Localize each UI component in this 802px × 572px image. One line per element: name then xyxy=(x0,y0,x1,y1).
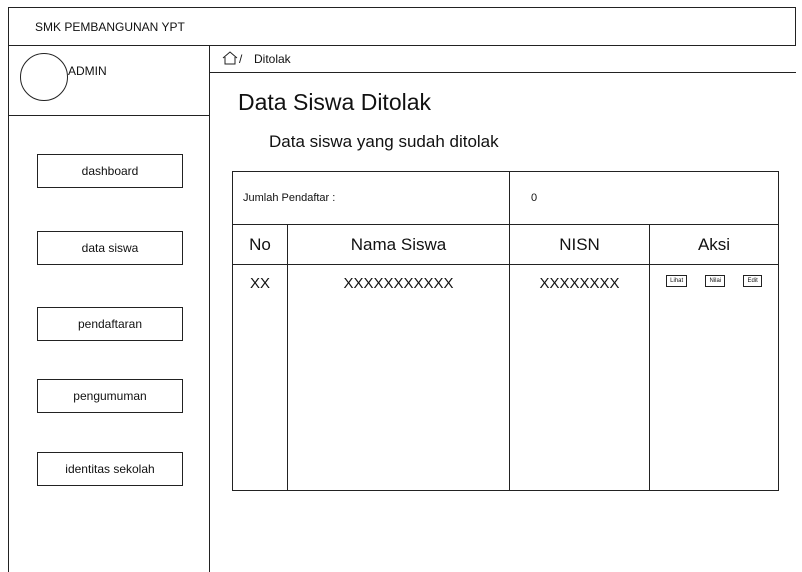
sidebar-item-pendaftaran[interactable]: pendaftaran xyxy=(37,307,183,341)
table-header: No Nama Siswa NISN Aksi xyxy=(232,224,779,265)
table-row: XX XXXXXXXXXXX XXXXXXXX Lihat Nilai Edit xyxy=(232,264,779,491)
column-header-nama: Nama Siswa xyxy=(287,224,510,265)
sidebar-item-pengumuman[interactable]: pengumuman xyxy=(37,379,183,413)
home-icon[interactable] xyxy=(222,50,238,66)
sidebar: ADMIN dashboard data siswa pendaftaran p… xyxy=(8,45,210,572)
sidebar-item-identitas-sekolah[interactable]: identitas sekolah xyxy=(37,452,183,486)
column-header-no: No xyxy=(232,224,288,265)
user-profile: ADMIN xyxy=(8,45,210,116)
column-header-aksi: Aksi xyxy=(649,224,779,265)
summary-label: Jumlah Pendaftar : xyxy=(232,171,510,225)
cell-nama: XXXXXXXXXXX xyxy=(287,264,510,491)
user-name: ADMIN xyxy=(68,64,107,78)
rejected-students-table: Jumlah Pendaftar : 0 No Nama Siswa NISN … xyxy=(232,171,779,491)
main-content: / Ditolak Data Siswa Ditolak Data siswa … xyxy=(210,45,796,572)
sidebar-item-dashboard[interactable]: dashboard xyxy=(37,154,183,188)
breadcrumb-current[interactable]: Ditolak xyxy=(254,52,291,66)
edit-button[interactable]: Edit xyxy=(743,275,762,287)
view-button[interactable]: Lihat xyxy=(666,275,688,287)
cell-no: XX xyxy=(232,264,288,491)
cell-nisn: XXXXXXXX xyxy=(509,264,650,491)
summary-value: 0 xyxy=(509,171,779,225)
grade-button[interactable]: Nilai xyxy=(705,275,726,287)
cell-actions: Lihat Nilai Edit xyxy=(649,264,779,491)
summary-row: Jumlah Pendaftar : 0 xyxy=(232,171,779,225)
page-subtitle: Data siswa yang sudah ditolak xyxy=(269,132,499,151)
page-title: Data Siswa Ditolak xyxy=(238,89,432,115)
action-group: Lihat Nilai Edit xyxy=(651,275,777,287)
breadcrumb-separator: / xyxy=(239,52,243,66)
sidebar-item-data-siswa[interactable]: data siswa xyxy=(37,231,183,265)
top-bar: SMK PEMBANGUNAN YPT xyxy=(8,7,796,45)
column-header-nisn: NISN xyxy=(509,224,650,265)
avatar xyxy=(20,53,68,101)
school-name: SMK PEMBANGUNAN YPT xyxy=(35,20,185,34)
breadcrumb: / Ditolak xyxy=(210,45,796,73)
